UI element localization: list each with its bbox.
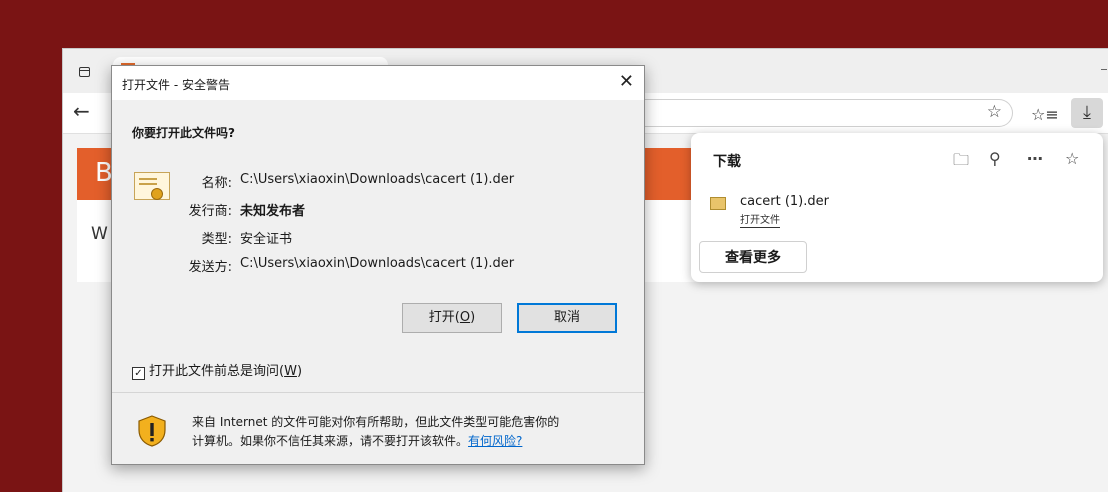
more-options-icon[interactable]: ⋯ [1027,149,1043,168]
back-arrow-icon[interactable]: ← [73,101,90,121]
warning-text: 来自 Internet 的文件可能对你有所帮助，但此文件类型可能危害你的 计算机… [192,413,632,451]
checkbox-accesskey: W [284,364,297,379]
info-label: 类型: [201,232,232,247]
downloads-button[interactable]: ⤓ [1071,98,1103,128]
security-warning-dialog: 打开文件 - 安全警告 ✕ 你要打开此文件吗? 名称: C:\Users\xia… [111,65,645,465]
close-icon[interactable]: ✕ [619,71,634,92]
checkbox-label: 打开此文件前总是询问( [149,364,285,379]
open-button-accesskey: O [459,310,471,325]
card-body-text: W [91,224,108,244]
see-more-button[interactable]: 查看更多 [699,241,807,273]
warning-line-1: 来自 Internet 的文件可能对你有所帮助，但此文件类型可能危害你的 [192,415,560,429]
warning-shield-icon [138,415,166,447]
add-favorite-star-icon[interactable]: ☆ [987,102,1002,122]
download-file-name[interactable]: cacert (1).der [740,194,829,209]
open-button[interactable]: 打开(O) [402,303,502,333]
warning-line-2: 计算机。如果你不信任其来源，请不要打开该软件。 [192,434,469,448]
info-value: 安全证书 [240,232,293,247]
favorites-icon[interactable]: ☆≡ [1031,105,1059,124]
info-label: 名称: [201,176,232,191]
divider [112,392,644,393]
info-label: 发行商: [188,204,232,219]
open-file-link[interactable]: 打开文件 [740,215,780,228]
open-folder-icon[interactable]: 🗀 [953,149,969,176]
pin-icon[interactable]: ☆ [1065,149,1079,168]
open-button-label: 打开( [428,310,460,325]
minimize-icon[interactable] [1101,69,1107,70]
info-value: 未知发布者 [240,204,306,219]
info-value: C:\Users\xiaoxin\Downloads\cacert (1).de… [240,172,515,187]
address-bar[interactable]: ☆ [643,99,1013,127]
checkbox-check-icon[interactable]: ✓ [132,367,145,380]
search-icon[interactable]: ⚲ [989,149,1001,168]
dialog-question: 你要打开此文件吗? [132,126,235,140]
cancel-button[interactable]: 取消 [517,303,617,333]
info-label: 发送方: [188,260,232,275]
certificate-file-icon [710,197,726,210]
always-ask-checkbox[interactable]: ✓ 打开此文件前总是询问(W) [132,360,302,380]
info-value: C:\Users\xiaoxin\Downloads\cacert (1).de… [240,256,515,271]
checkbox-label-end: ) [296,364,303,379]
dialog-titlebar: 打开文件 - 安全警告 ✕ [112,66,644,100]
tab-actions-icon[interactable] [79,67,90,77]
what-is-the-risk-link[interactable]: 有何风险? [468,434,522,448]
downloads-title: 下载 [713,154,741,170]
dialog-title: 打开文件 - 安全警告 [122,78,230,92]
open-button-label-end: ) [470,310,476,325]
downloads-panel: 下载 🗀 ⚲ ⋯ ☆ cacert (1).der 打开文件 查看更多 [691,133,1103,282]
